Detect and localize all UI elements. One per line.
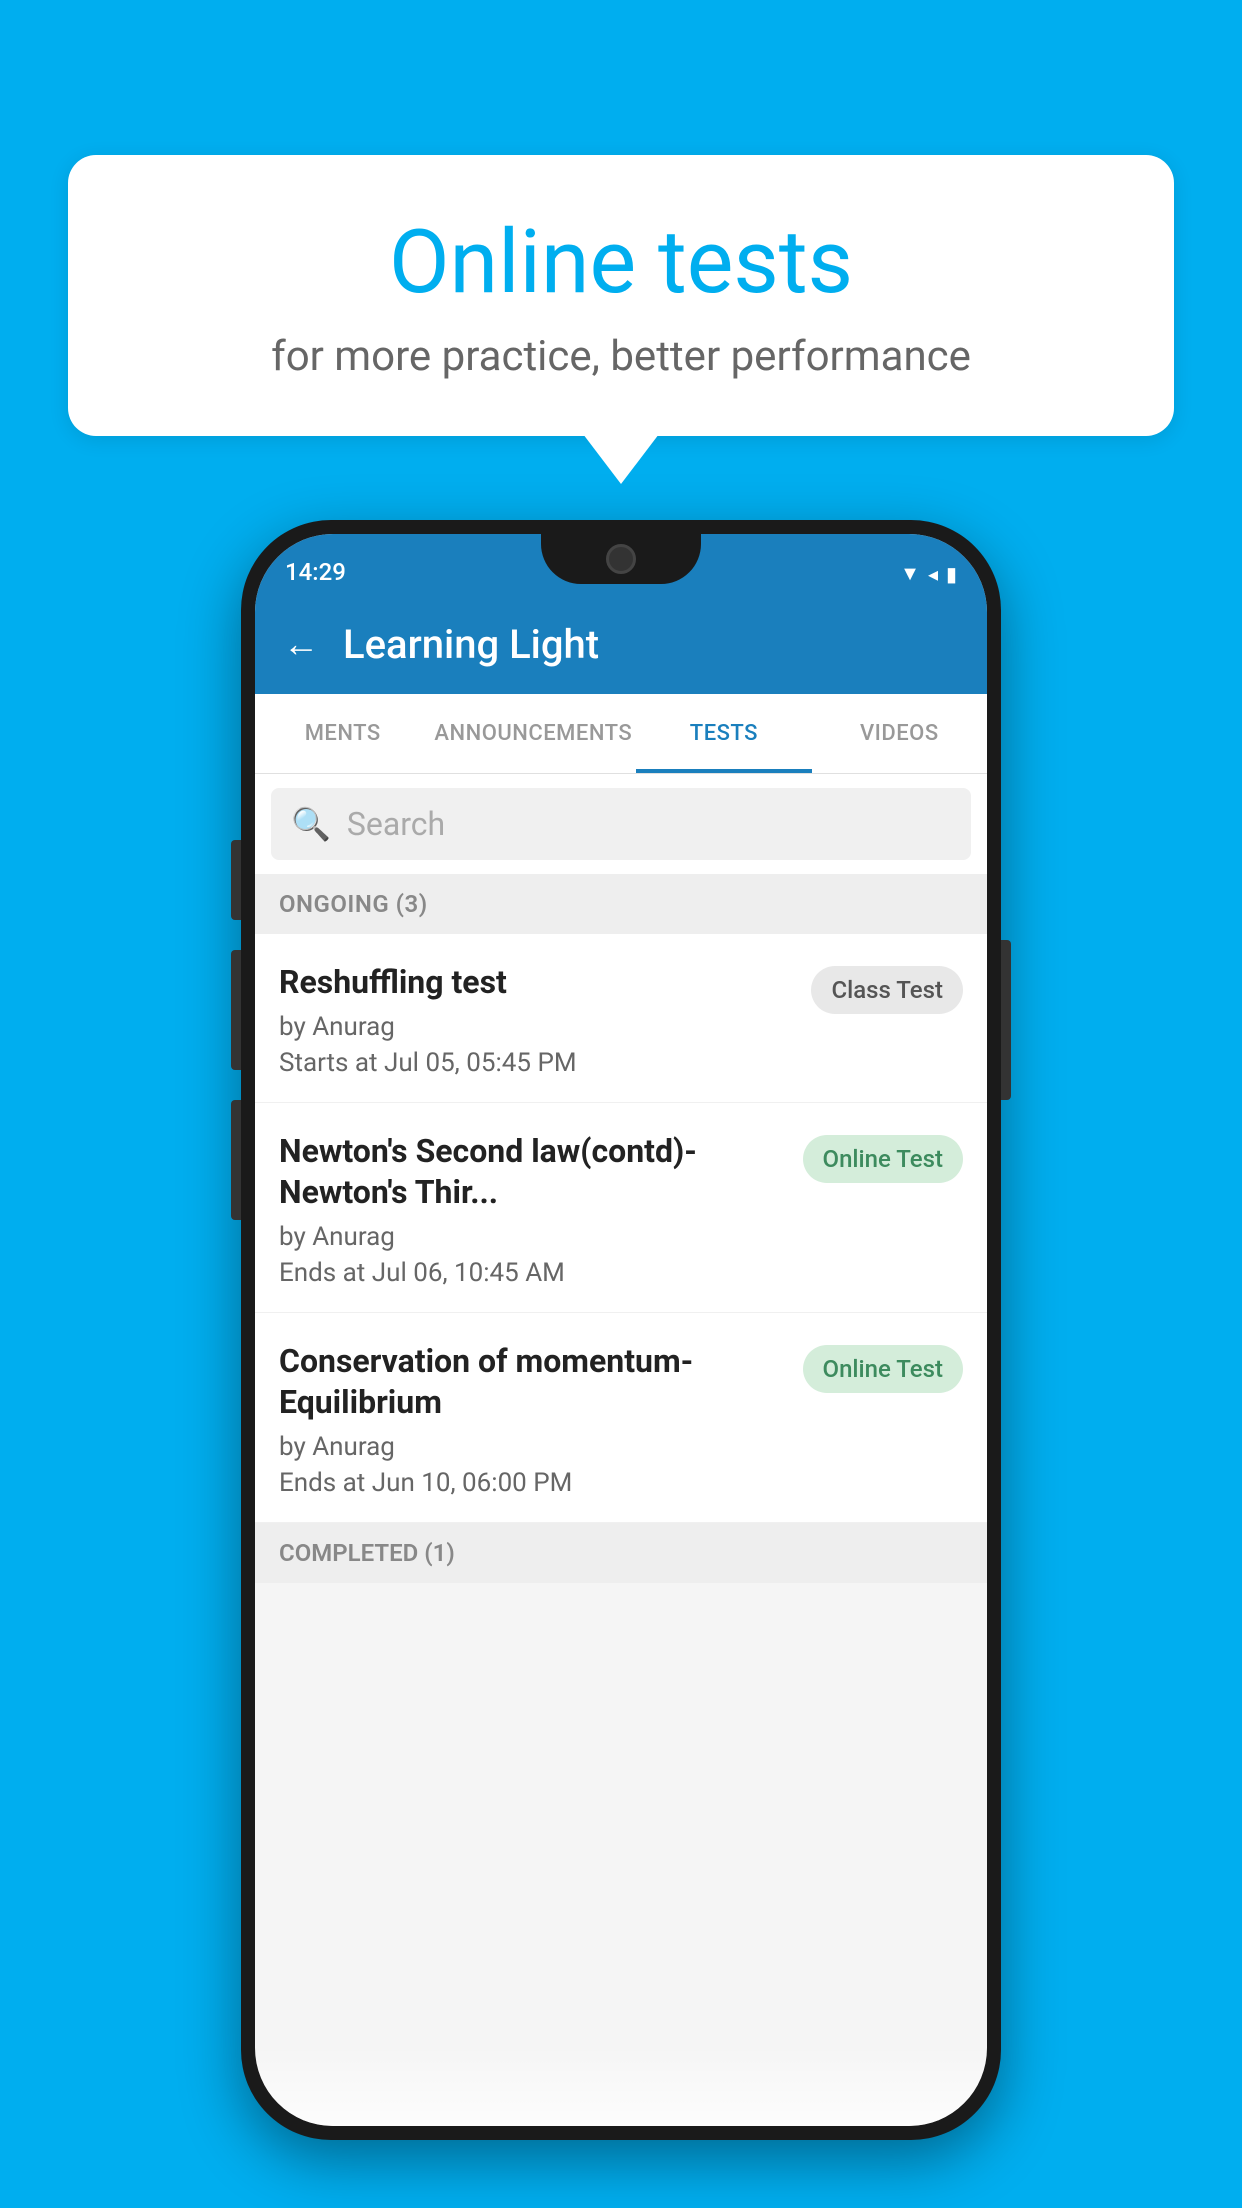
test-info-2: Newton's Second law(contd)-Newton's Thir… [279,1131,803,1288]
test-date-3: Ends at Jun 10, 06:00 PM [279,1468,787,1498]
speech-bubble-container: Online tests for more practice, better p… [68,155,1174,436]
volume-down-button [231,950,241,1070]
test-name-1: Reshuffling test [279,962,795,1004]
search-bar[interactable]: 🔍 Search [271,788,971,860]
phone-camera [606,544,636,574]
test-date-2: Ends at Jul 06, 10:45 AM [279,1258,787,1288]
status-time: 14:29 [285,558,346,586]
completed-section-header: COMPLETED (1) [255,1523,987,1583]
tab-tests[interactable]: TESTS [636,694,811,773]
test-item-2[interactable]: Newton's Second law(contd)-Newton's Thir… [255,1103,987,1313]
test-list: Reshuffling test by Anurag Starts at Jul… [255,934,987,1523]
tab-announcements[interactable]: ANNOUNCEMENTS [430,694,636,773]
tab-bar: MENTS ANNOUNCEMENTS TESTS VIDEOS [255,694,987,774]
bubble-title: Online tests [148,215,1094,312]
test-info-3: Conservation of momentum-Equilibrium by … [279,1341,803,1498]
battery-icon: ▮ [946,562,957,586]
phone-container: 14:29 ▼ ◂ ▮ ← Learning Light MENTS ANNOU… [241,520,1001,2140]
phone-frame: 14:29 ▼ ◂ ▮ ← Learning Light MENTS ANNOU… [241,520,1001,2140]
volume-up-button [231,840,241,920]
test-info-1: Reshuffling test by Anurag Starts at Jul… [279,962,811,1078]
bottom-fade [255,2046,987,2126]
test-item-3[interactable]: Conservation of momentum-Equilibrium by … [255,1313,987,1523]
search-container: 🔍 Search [255,774,987,874]
test-badge-2: Online Test [803,1135,963,1183]
test-author-3: by Anurag [279,1432,787,1462]
speech-bubble: Online tests for more practice, better p… [68,155,1174,436]
test-date-1: Starts at Jul 05, 05:45 PM [279,1048,795,1078]
app-bar: ← Learning Light [255,594,987,694]
silent-button [231,1100,241,1220]
phone-notch [541,534,701,584]
bubble-subtitle: for more practice, better performance [148,332,1094,381]
ongoing-title: ONGOING (3) [279,890,428,918]
tab-videos[interactable]: VIDEOS [812,694,987,773]
signal-icon: ◂ [928,562,938,586]
test-badge-3: Online Test [803,1345,963,1393]
wifi-icon: ▼ [900,561,920,586]
completed-title: COMPLETED (1) [279,1539,455,1567]
search-placeholder: Search [347,805,445,843]
back-button[interactable]: ← [283,623,319,665]
test-name-3: Conservation of momentum-Equilibrium [279,1341,787,1424]
test-item-1[interactable]: Reshuffling test by Anurag Starts at Jul… [255,934,987,1103]
test-badge-1: Class Test [811,966,963,1014]
test-author-2: by Anurag [279,1222,787,1252]
status-icons: ▼ ◂ ▮ [900,561,957,586]
tab-ments[interactable]: MENTS [255,694,430,773]
test-name-2: Newton's Second law(contd)-Newton's Thir… [279,1131,787,1214]
phone-screen: 14:29 ▼ ◂ ▮ ← Learning Light MENTS ANNOU… [255,534,987,2126]
power-button [1001,940,1011,1100]
app-title: Learning Light [343,621,599,668]
search-icon: 🔍 [291,805,331,843]
test-author-1: by Anurag [279,1012,795,1042]
ongoing-section-header: ONGOING (3) [255,874,987,934]
